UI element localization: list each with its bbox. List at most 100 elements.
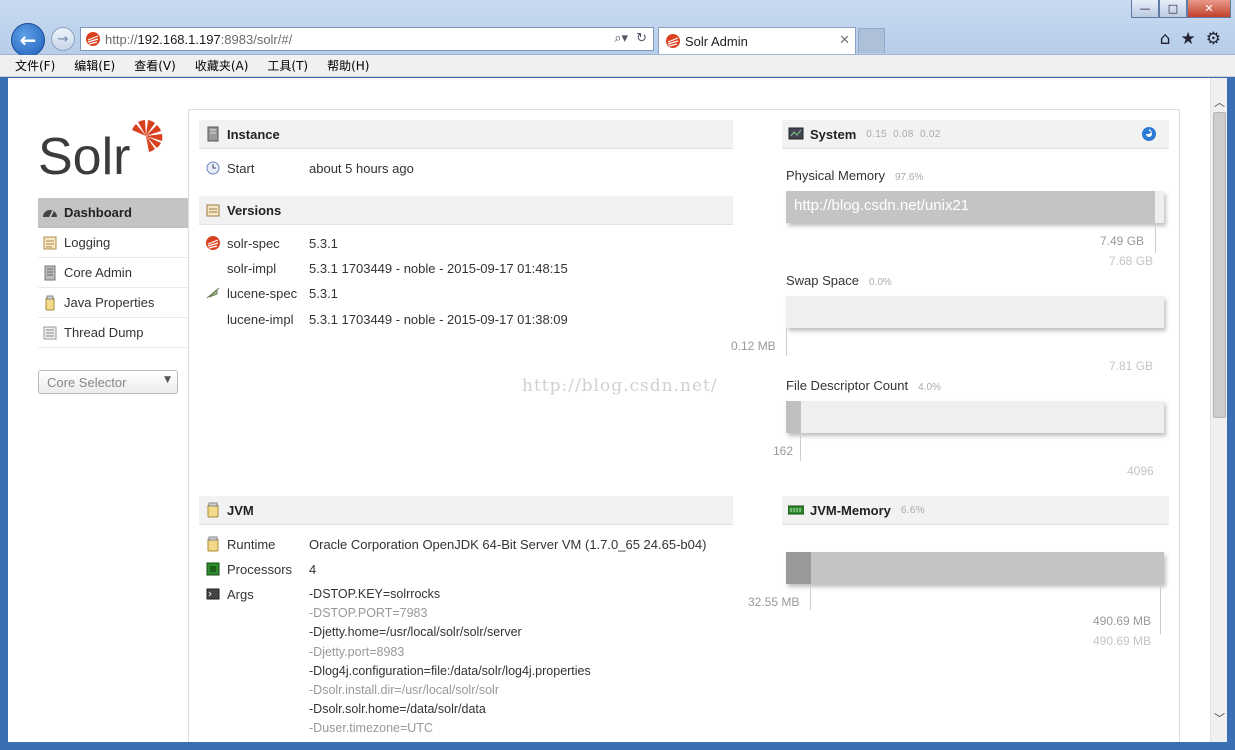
version-value-lucene-spec: 5.3.1 — [309, 286, 338, 301]
menu-file[interactable]: 文件(F) — [12, 57, 58, 74]
server-stack-icon — [42, 265, 58, 281]
jvm-processors-label: Processors — [205, 561, 292, 577]
swap-space-used: 0.12 MB — [731, 339, 776, 353]
instance-header: Instance — [199, 120, 733, 149]
tab-solr-admin[interactable]: Solr Admin ✕ — [658, 27, 856, 54]
menu-tools[interactable]: 工具(T) — [264, 57, 311, 74]
sidebar-nav: Dashboard Logging Core Admin Java Proper… — [38, 198, 188, 348]
menu-edit[interactable]: 编辑(E) — [71, 57, 118, 74]
dashboard-content: Instance Start about 5 hours ago Version… — [188, 109, 1180, 742]
minimize-button[interactable]: — — [1131, 0, 1159, 18]
version-row-lucene-impl: lucene-impl — [227, 312, 294, 327]
menu-favorites[interactable]: 收藏夹(A) — [192, 57, 252, 74]
java-jar-icon — [205, 502, 221, 518]
new-tab-button[interactable] — [858, 28, 885, 53]
close-window-button[interactable]: ✕ — [1187, 0, 1231, 18]
jvm-memory-header: JVM-Memory 6.6% — [782, 496, 1169, 525]
svg-text:Solr: Solr — [38, 128, 130, 180]
scroll-up-icon[interactable]: ︿ — [1213, 94, 1226, 109]
solr-sun-icon — [205, 235, 221, 251]
swap-space-total: 7.81 GB — [1109, 359, 1154, 373]
physical-memory-bar: http://blog.csdn.net/unix21 — [786, 191, 1164, 223]
arrow-left-icon: ← — [19, 28, 37, 52]
memory-module-icon — [788, 502, 804, 518]
page-viewport: Solr Dashboard Logging Core Admin Java P… — [8, 78, 1227, 742]
scrollbar-thumb[interactable] — [1213, 112, 1226, 418]
jvm-memory-total: 490.69 MB — [1093, 614, 1152, 628]
home-icon[interactable]: ⌂ — [1160, 29, 1171, 49]
file-descriptor-bar — [786, 401, 1164, 433]
forward-button[interactable]: → — [51, 27, 75, 51]
instance-start-label: Start — [205, 160, 254, 176]
solr-favicon-icon — [86, 32, 100, 46]
version-row-solr-spec: solr-spec — [205, 235, 280, 251]
vertical-scrollbar[interactable]: ︿ ﹀ — [1210, 78, 1227, 742]
menu-bar: 文件(F) 编辑(E) 查看(V) 收藏夹(A) 工具(T) 帮助(H) — [0, 55, 1235, 77]
jvm-arg: -DSTOP.KEY=solrrocks — [309, 587, 441, 601]
gear-icon[interactable]: ⚙ — [1206, 29, 1221, 49]
dropdown-arrow-icon: ▼ — [164, 375, 171, 385]
file-descriptor-total: 4096 — [1127, 464, 1154, 478]
version-value-lucene-impl: 5.3.1 1703449 - noble - 2015-09-17 01:38… — [309, 312, 568, 327]
jvm-arg: -Dsolr.install.dir=/usr/local/solr/solr — [309, 683, 499, 697]
jvm-arg: -Djetty.port=8983 — [309, 645, 405, 659]
window-controls: — □ ✕ — [1131, 0, 1231, 18]
sidebar-item-core-admin[interactable]: Core Admin — [38, 258, 188, 288]
sidebar-item-dashboard[interactable]: Dashboard — [38, 198, 188, 228]
jvm-memory-used: 32.55 MB — [748, 595, 800, 609]
jvm-memory-bar — [786, 552, 1164, 584]
jvm-arg: -Duser.timezone=UTC — [309, 721, 433, 735]
cpu-chip-icon — [205, 561, 221, 577]
menu-help[interactable]: 帮助(H) — [324, 57, 372, 74]
blog-watermark-overlay: http://blog.csdn.net/unix21 — [794, 197, 970, 214]
logging-page-icon — [42, 235, 58, 251]
physical-memory-total: 7.68 GB — [1109, 254, 1154, 268]
system-monitor-icon — [788, 126, 804, 142]
menu-view[interactable]: 查看(V) — [131, 57, 179, 74]
back-button[interactable]: ← — [11, 23, 45, 57]
versions-notes-icon — [205, 202, 221, 218]
scroll-down-icon[interactable]: ﹀ — [1213, 710, 1226, 725]
arrow-right-icon: → — [57, 31, 69, 47]
file-descriptor-used-fill — [786, 401, 802, 433]
jvm-arg: -DSTOP.PORT=7983 — [309, 606, 428, 620]
instance-start-value: about 5 hours ago — [309, 161, 414, 176]
search-icon[interactable]: ⌕▾ — [614, 31, 628, 46]
maximize-button[interactable]: □ — [1159, 0, 1187, 18]
java-jar-icon — [42, 295, 58, 311]
swap-space-label: Swap Space 0.0% — [786, 273, 892, 288]
refresh-icon[interactable]: ↻ — [636, 31, 647, 46]
core-selector-dropdown[interactable]: Core Selector ▼ — [38, 370, 178, 394]
java-jar-icon — [205, 536, 221, 552]
jvm-processors-value: 4 — [309, 562, 317, 577]
jvm-memory-max: 490.69 MB — [1093, 634, 1152, 648]
sidebar-item-java-properties[interactable]: Java Properties — [38, 288, 188, 318]
jvm-memory-total-fill — [786, 552, 1164, 584]
version-row-solr-impl: solr-impl — [227, 261, 277, 276]
physical-memory-tick — [1155, 223, 1156, 253]
file-descriptor-used: 162 — [773, 444, 794, 458]
address-bar[interactable]: http://192.168.1.197:8983/solr/#/ ⌕▾ ↻ — [80, 27, 654, 51]
sidebar-item-logging[interactable]: Logging — [38, 228, 188, 258]
file-descriptor-tick — [800, 433, 801, 461]
tab-title: Solr Admin — [685, 33, 748, 49]
page-watermark: http://blog.csdn.net/ — [522, 376, 718, 396]
thread-list-icon — [42, 325, 58, 341]
lucene-feather-icon — [205, 285, 221, 301]
swap-space-tick — [786, 328, 787, 356]
physical-memory-used: 7.49 GB — [1100, 234, 1145, 248]
version-value-solr-spec: 5.3.1 — [309, 236, 338, 251]
clock-icon — [205, 160, 221, 176]
jvm-arg: -Djetty.home=/usr/local/solr/solr/server — [309, 625, 522, 639]
jvm-memory-total-tick — [1160, 584, 1161, 634]
jvm-memory-used-fill — [786, 552, 811, 584]
sidebar-item-thread-dump[interactable]: Thread Dump — [38, 318, 188, 348]
reload-icon[interactable] — [1141, 126, 1157, 145]
file-descriptor-label: File Descriptor Count 4.0% — [786, 378, 941, 393]
solr-logo[interactable]: Solr — [38, 110, 173, 180]
close-tab-icon[interactable]: ✕ — [839, 33, 850, 48]
favorites-star-icon[interactable]: ★ — [1181, 29, 1196, 49]
physical-memory-label: Physical Memory 97.6% — [786, 168, 924, 183]
jvm-runtime-value: Oracle Corporation OpenJDK 64-Bit Server… — [309, 537, 707, 552]
dashboard-gauge-icon — [42, 205, 58, 221]
